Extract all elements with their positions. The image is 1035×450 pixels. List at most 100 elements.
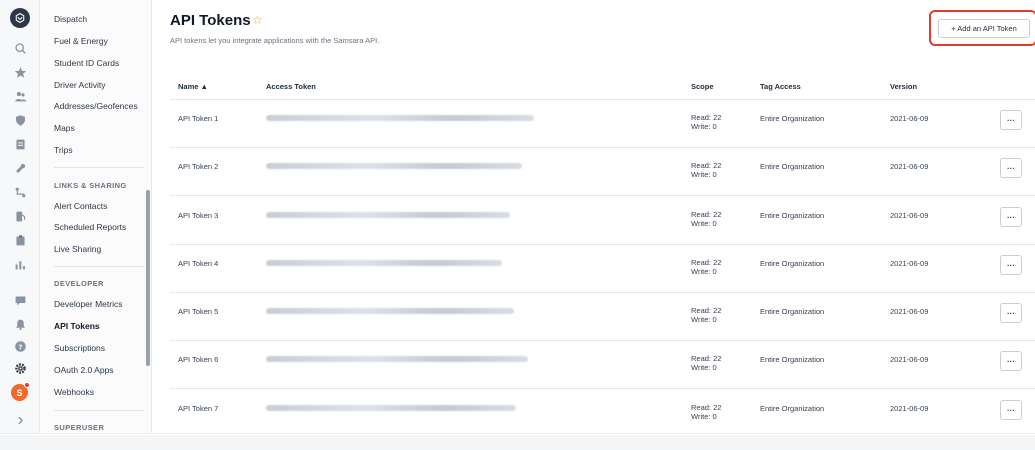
bell-icon[interactable] <box>10 314 30 334</box>
token-version: 2021-06-09 <box>890 307 929 316</box>
column-header-access-token: Access Token <box>266 82 316 91</box>
table-row: API Token 2 Read: 22 Write: 0 Entire Orga… <box>170 148 1035 196</box>
scope-read: Read: 22 <box>691 403 722 412</box>
token-name: API Token 4 <box>178 259 219 268</box>
redacted-access-token <box>266 405 516 411</box>
chart-icon[interactable] <box>10 254 30 274</box>
nav-divider <box>54 167 144 168</box>
redacted-access-token <box>266 260 502 266</box>
avatar[interactable]: S <box>11 382 30 401</box>
gear-icon[interactable] <box>10 358 30 378</box>
token-name: API Token 3 <box>178 211 219 220</box>
redacted-access-token <box>266 212 510 218</box>
sidebar-scrollbar[interactable] <box>146 190 150 366</box>
favorite-star-icon[interactable]: ☆ <box>252 13 263 27</box>
token-scope: Read: 22 Write: 0 <box>691 161 721 179</box>
more-actions-button[interactable]: ··· <box>1000 207 1022 227</box>
page-title: API Tokens <box>170 12 251 29</box>
token-name: API Token 2 <box>178 162 219 171</box>
shield-icon[interactable] <box>10 110 30 130</box>
window-bottom-edge <box>0 435 1035 450</box>
wrench-icon[interactable] <box>10 158 30 178</box>
more-actions-button[interactable]: ··· <box>1000 158 1022 178</box>
token-version: 2021-06-09 <box>890 162 929 171</box>
token-scope: Read: 22 Write: 0 <box>691 113 721 131</box>
token-scope: Read: 22 Write: 0 <box>691 306 721 324</box>
sidebar-item-student-id-cards[interactable]: Student ID Cards <box>54 58 119 68</box>
notification-badge <box>24 382 30 388</box>
table-row: API Token 5 Read: 22 Write: 0 Entire Orga… <box>170 293 1035 341</box>
sidebar-item-webhooks[interactable]: Webhooks <box>54 387 94 397</box>
sidebar-item-oauth-apps[interactable]: OAuth 2.0 Apps <box>54 365 114 375</box>
scope-write: Write: 0 <box>691 170 717 179</box>
more-actions-button[interactable]: ··· <box>1000 400 1022 420</box>
token-tag-access: Entire Organization <box>760 211 825 220</box>
sidebar-item-maps[interactable]: Maps <box>54 123 75 133</box>
scope-read: Read: 22 <box>691 306 722 315</box>
star-icon[interactable] <box>10 62 30 82</box>
section-developer: DEVELOPER <box>54 279 104 288</box>
sidebar-item-subscriptions[interactable]: Subscriptions <box>54 343 105 353</box>
scope-read: Read: 22 <box>691 161 722 170</box>
table-row: API Token 4 Read: 22 Write: 0 Entire Orga… <box>170 245 1035 293</box>
sidebar-item-fuel-energy[interactable]: Fuel & Energy <box>54 36 108 46</box>
scope-read: Read: 22 <box>691 354 722 363</box>
fuel-icon[interactable] <box>10 206 30 226</box>
more-actions-button[interactable]: ··· <box>1000 303 1022 323</box>
scope-read: Read: 22 <box>691 258 722 267</box>
sidebar-item-live-sharing[interactable]: Live Sharing <box>54 244 101 254</box>
token-scope: Read: 22 Write: 0 <box>691 354 721 372</box>
document-icon[interactable] <box>10 134 30 154</box>
token-version: 2021-06-09 <box>890 404 929 413</box>
table-row: API Token 6 Read: 22 Write: 0 Entire Orga… <box>170 341 1035 389</box>
chat-icon[interactable] <box>10 290 30 310</box>
sidebar-nav: Dispatch Fuel & Energy Student ID Cards … <box>40 0 152 433</box>
token-scope: Read: 22 Write: 0 <box>691 258 721 276</box>
scope-write: Write: 0 <box>691 412 717 421</box>
column-header-tag-access: Tag Access <box>760 82 801 91</box>
token-name: API Token 6 <box>178 355 219 364</box>
main-content: API Tokens ☆ API tokens let you integrat… <box>153 0 1035 433</box>
route-icon[interactable] <box>10 182 30 202</box>
token-tag-access: Entire Organization <box>760 404 825 413</box>
table-row: API Token 7 Read: 22 Write: 0 Entire Orga… <box>170 390 1035 433</box>
avatar-letter: S <box>16 387 23 398</box>
sidebar-item-alert-contacts[interactable]: Alert Contacts <box>54 201 107 211</box>
token-version: 2021-06-09 <box>890 211 929 220</box>
scope-write: Write: 0 <box>691 122 717 131</box>
more-actions-button[interactable]: ··· <box>1000 110 1022 130</box>
icon-rail: ? S <box>0 0 40 433</box>
redacted-access-token <box>266 356 528 362</box>
token-tag-access: Entire Organization <box>760 355 825 364</box>
sidebar-item-developer-metrics[interactable]: Developer Metrics <box>54 299 123 309</box>
page-subtitle: API tokens let you integrate application… <box>170 36 380 45</box>
token-version: 2021-06-09 <box>890 114 929 123</box>
sidebar-item-trips[interactable]: Trips <box>54 145 73 155</box>
token-name: API Token 5 <box>178 307 219 316</box>
people-icon[interactable] <box>10 86 30 106</box>
redacted-access-token <box>266 115 534 121</box>
logo-icon[interactable] <box>10 8 30 28</box>
search-icon[interactable] <box>10 38 30 58</box>
nav-divider <box>54 266 144 267</box>
token-version: 2021-06-09 <box>890 259 929 268</box>
redacted-access-token <box>266 308 514 314</box>
sidebar-item-scheduled-reports[interactable]: Scheduled Reports <box>54 222 126 232</box>
sidebar-item-api-tokens[interactable]: API Tokens <box>54 321 100 331</box>
add-button-highlight: + Add an API Token <box>929 10 1035 46</box>
add-api-token-button[interactable]: + Add an API Token <box>938 19 1030 38</box>
help-icon[interactable]: ? <box>10 336 30 356</box>
chevron-right-icon[interactable] <box>10 410 30 430</box>
app-window: ? S Dispatch Fuel & Energy Student ID Ca… <box>0 0 1035 450</box>
token-tag-access: Entire Organization <box>760 162 825 171</box>
section-superuser: SUPERUSER <box>54 423 105 432</box>
column-header-name[interactable]: Name ▲ <box>178 82 208 91</box>
more-actions-button[interactable]: ··· <box>1000 255 1022 275</box>
sidebar-item-driver-activity[interactable]: Driver Activity <box>54 80 105 90</box>
clipboard-icon[interactable] <box>10 230 30 250</box>
more-actions-button[interactable]: ··· <box>1000 351 1022 371</box>
redacted-access-token <box>266 163 522 169</box>
nav-divider <box>54 410 144 411</box>
sidebar-item-dispatch[interactable]: Dispatch <box>54 14 87 24</box>
sidebar-item-addresses-geofences[interactable]: Addresses/Geofences <box>54 101 138 111</box>
